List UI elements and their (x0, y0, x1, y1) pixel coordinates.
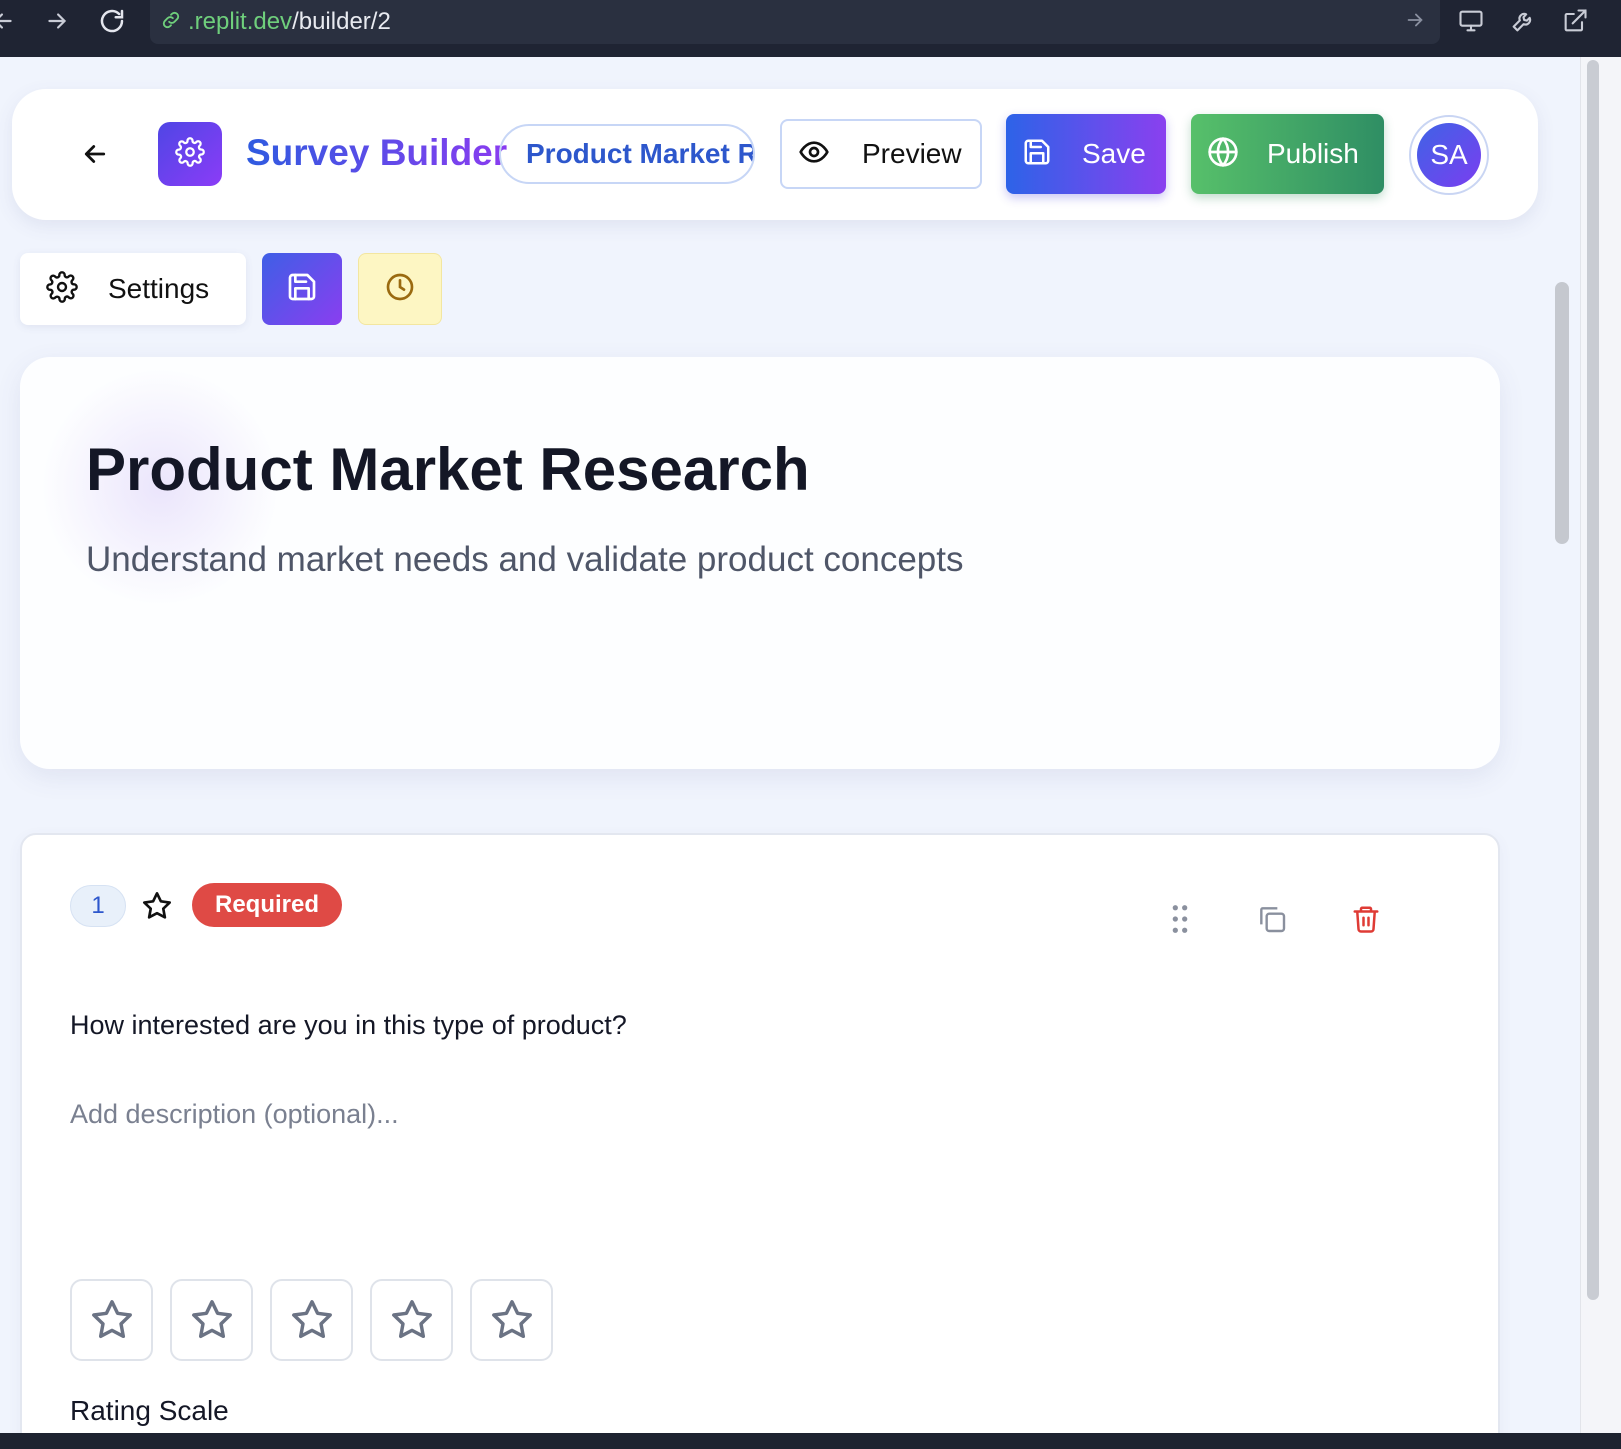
question-text[interactable]: How interested are you in this type of p… (70, 1010, 627, 1041)
browser-toolbar: .replit.dev/builder/2 (0, 0, 1621, 57)
wrench-icon[interactable] (1506, 6, 1540, 36)
survey-title-pill-label: Product Market Research (526, 138, 753, 169)
url-go-icon[interactable] (1404, 9, 1426, 36)
gear-icon (175, 136, 205, 172)
settings-button-label: Settings (108, 273, 210, 304)
question-description-input[interactable] (70, 1099, 970, 1130)
globe-icon (1207, 136, 1239, 173)
settings-button[interactable]: Settings (20, 253, 246, 325)
save-icon (1022, 137, 1052, 172)
browser-forward-icon[interactable] (42, 6, 72, 36)
required-badge[interactable]: Required (192, 883, 342, 927)
quick-save-button[interactable] (262, 253, 342, 325)
star-icon (91, 1300, 132, 1339)
version-history-button[interactable] (358, 253, 442, 325)
rating-star-5[interactable] (470, 1279, 553, 1361)
link-icon (160, 9, 182, 36)
app-viewport: Survey Builder Product Market Research P… (0, 57, 1580, 1433)
publish-button-label: Publish (1267, 138, 1359, 169)
device-preview-icon[interactable] (1454, 6, 1488, 36)
preview-button[interactable]: Preview (780, 119, 982, 189)
star-icon (491, 1300, 532, 1339)
survey-title-pill[interactable]: Product Market Research (499, 124, 755, 184)
save-button-label: Save (1082, 138, 1146, 169)
survey-description[interactable]: Understand market needs and validate pro… (86, 540, 963, 580)
rating-star-3[interactable] (270, 1279, 353, 1361)
rating-star-4[interactable] (370, 1279, 453, 1361)
address-bar[interactable]: .replit.dev/builder/2 (150, 0, 1440, 44)
page-scrollbar-thumb[interactable] (1555, 282, 1569, 544)
browser-reload-icon[interactable] (97, 6, 127, 36)
app-header: Survey Builder Product Market Research P… (12, 89, 1538, 220)
star-icon (291, 1300, 332, 1339)
browser-back-icon[interactable] (0, 6, 18, 36)
question-card: 1 Required How interested are you in thi… (20, 833, 1500, 1433)
browser-scrollbar-thumb[interactable] (1587, 60, 1599, 1300)
duplicate-icon[interactable] (1250, 897, 1294, 941)
rating-star-1[interactable] (70, 1279, 153, 1361)
save-button[interactable]: Save (1006, 114, 1166, 194)
publish-button[interactable]: Publish (1191, 114, 1384, 194)
rating-star-2[interactable] (170, 1279, 253, 1361)
app-title: Survey Builder (246, 132, 508, 173)
window-bottom-edge (0, 1433, 1621, 1449)
delete-trash-icon[interactable] (1344, 897, 1388, 941)
settings-gear-icon (46, 270, 78, 308)
avatar-initials: SA (1417, 123, 1481, 187)
save-icon (286, 271, 318, 308)
url-text: .replit.dev/builder/2 (188, 8, 391, 35)
star-icon (191, 1300, 232, 1339)
user-avatar[interactable]: SA (1409, 115, 1489, 195)
star-rating-type-icon (140, 889, 174, 923)
question-number-badge: 1 (70, 885, 126, 927)
clock-icon (384, 271, 416, 308)
app-logo (158, 122, 222, 186)
eye-icon (798, 136, 830, 173)
open-external-icon[interactable] (1558, 6, 1592, 36)
preview-button-label: Preview (862, 138, 962, 169)
survey-title[interactable]: Product Market Research (86, 435, 810, 504)
drag-handle-icon[interactable] (1158, 897, 1202, 941)
rating-stars (70, 1279, 553, 1361)
star-icon (391, 1300, 432, 1339)
back-arrow-icon[interactable] (78, 137, 112, 171)
rating-scale-label: Rating Scale (70, 1395, 229, 1426)
survey-header-card: Product Market Research Understand marke… (20, 357, 1500, 769)
